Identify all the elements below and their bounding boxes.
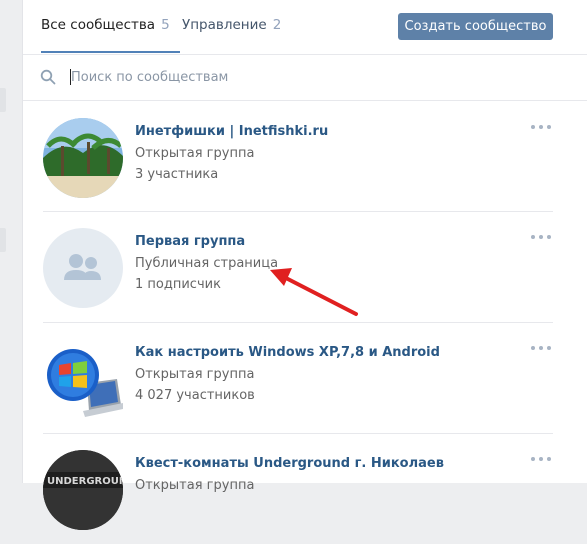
windows-laptop-image xyxy=(47,349,123,417)
underground-logo: UNDERGROUND xyxy=(43,450,123,530)
create-community-button[interactable]: Создать сообщество xyxy=(398,13,553,40)
users-icon xyxy=(64,254,101,280)
windows-avatar[interactable] xyxy=(43,339,123,419)
more-options-icon[interactable] xyxy=(531,122,553,132)
communities-panel: Все сообщества 5 Управление 2 Создать сооб… xyxy=(22,0,587,530)
community-item[interactable]: UNDERGROUND Квест-комнаты Underground г.… xyxy=(43,434,553,544)
community-type: Публичная страница xyxy=(135,256,279,271)
sidebar-marker xyxy=(0,228,6,252)
text-cursor xyxy=(70,69,71,85)
tab-all-communities[interactable]: Все сообщества 5 xyxy=(41,17,170,33)
community-name[interactable]: Первая группа xyxy=(135,234,245,249)
tab-count: 5 xyxy=(161,17,170,33)
community-name[interactable]: Инетфишки | Inetfishki.ru xyxy=(135,124,328,139)
search-bar xyxy=(23,55,587,101)
community-members: 1 подписчик xyxy=(135,277,221,292)
search-input[interactable] xyxy=(69,67,551,87)
beach-avatar[interactable] xyxy=(43,118,123,198)
tabs-bar: Все сообщества 5 Управление 2 Создать сооб… xyxy=(23,0,587,55)
beach-palm-image xyxy=(43,118,123,198)
community-type: Открытая группа xyxy=(135,146,255,161)
community-item[interactable]: Инетфишки | Inetfishki.ru Открытая групп… xyxy=(43,102,553,212)
left-sidebar-strip xyxy=(0,0,22,483)
search-icon xyxy=(40,69,56,85)
default-group-avatar[interactable] xyxy=(43,228,123,308)
community-type: Открытая группа xyxy=(135,478,255,493)
sidebar-marker xyxy=(0,88,6,112)
underground-avatar[interactable]: UNDERGROUND xyxy=(43,450,123,530)
more-options-icon[interactable] xyxy=(531,232,553,242)
annotation-arrow-icon xyxy=(270,268,358,316)
community-name[interactable]: Как настроить Windows XP,7,8 и Android xyxy=(135,345,440,360)
tab-count: 2 xyxy=(272,17,282,33)
community-members: 3 участника xyxy=(135,167,219,182)
more-options-icon[interactable] xyxy=(531,343,553,353)
community-members: 4 027 участников xyxy=(135,388,255,403)
tab-label: Управление xyxy=(182,17,267,33)
community-item[interactable]: Как настроить Windows XP,7,8 и Android О… xyxy=(43,323,553,433)
svg-text:UNDERGROUND: UNDERGROUND xyxy=(47,476,123,487)
community-type: Открытая группа xyxy=(135,367,255,382)
active-tab-underline xyxy=(41,51,180,53)
community-name[interactable]: Квест-комнаты Underground г. Николаев xyxy=(135,456,444,471)
more-options-icon[interactable] xyxy=(531,454,553,464)
tab-management[interactable]: Управление 2 xyxy=(182,17,281,33)
tab-label: Все сообщества xyxy=(41,17,156,33)
